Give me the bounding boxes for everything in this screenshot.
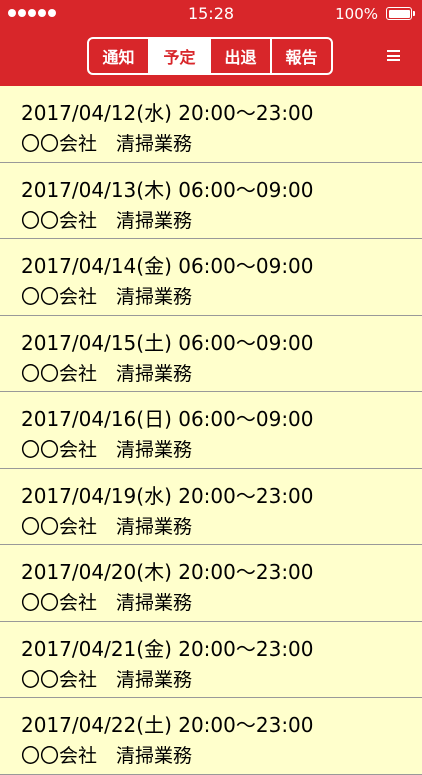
schedule-description: 〇〇会社 清掃業務	[21, 286, 193, 308]
schedule-item[interactable]: 2017/04/20(木) 20:00〜23:00 〇〇会社 清掃業務	[0, 545, 422, 622]
battery-percent: 100%	[335, 5, 378, 23]
schedule-datetime: 2017/04/19(水) 20:00〜23:00	[21, 483, 314, 508]
schedule-description: 〇〇会社 清掃業務	[21, 515, 193, 538]
app-header: 15:28 100% 通知 予定 出退 報告	[0, 0, 422, 86]
hamburger-menu-icon[interactable]	[387, 50, 400, 61]
battery-icon	[386, 7, 415, 20]
schedule-datetime: 2017/04/12(水) 20:00〜23:00	[21, 101, 314, 125]
schedule-description: 〇〇会社 清掃業務	[21, 592, 193, 614]
schedule-item[interactable]: 2017/04/16(日) 06:00〜09:00 〇〇会社 清掃業務	[0, 392, 422, 469]
schedule-item[interactable]: 2017/04/19(水) 20:00〜23:00 〇〇会社 清掃業務	[0, 469, 422, 545]
schedule-item[interactable]: 2017/04/22(土) 20:00〜23:00 〇〇会社 清掃業務	[0, 698, 422, 775]
schedule-description: 〇〇会社 清掃業務	[21, 362, 193, 385]
tab-attendance[interactable]: 出退	[209, 39, 270, 73]
schedule-item[interactable]: 2017/04/15(土) 06:00〜09:00 〇〇会社 清掃業務	[0, 316, 422, 392]
schedule-item[interactable]: 2017/04/13(木) 06:00〜09:00 〇〇会社 清掃業務	[0, 163, 422, 239]
schedule-datetime: 2017/04/13(木) 06:00〜09:00	[21, 177, 314, 202]
tab-bar: 通知 予定 出退 報告	[87, 37, 333, 75]
schedule-datetime: 2017/04/20(木) 20:00〜23:00	[21, 560, 314, 584]
schedule-description: 〇〇会社 清掃業務	[21, 439, 193, 461]
schedule-datetime: 2017/04/21(金) 20:00〜23:00	[21, 636, 314, 661]
schedule-description: 〇〇会社 清掃業務	[21, 209, 193, 232]
schedule-datetime: 2017/04/15(土) 06:00〜09:00	[21, 330, 314, 355]
tab-schedule[interactable]: 予定	[148, 39, 209, 73]
schedule-datetime: 2017/04/14(金) 06:00〜09:00	[21, 254, 314, 278]
schedule-item[interactable]: 2017/04/14(金) 06:00〜09:00 〇〇会社 清掃業務	[0, 239, 422, 316]
schedule-description: 〇〇会社 清掃業務	[21, 745, 193, 767]
status-bar: 15:28 100%	[0, 0, 422, 28]
tab-notifications[interactable]: 通知	[89, 39, 148, 73]
schedule-list: 2017/04/12(水) 20:00〜23:00 〇〇会社 清掃業務 2017/0…	[0, 86, 422, 775]
schedule-description: 〇〇会社 清掃業務	[21, 133, 193, 155]
tab-report[interactable]: 報告	[270, 39, 331, 73]
schedule-item[interactable]: 2017/04/21(金) 20:00〜23:00 〇〇会社 清掃業務	[0, 622, 422, 698]
schedule-item[interactable]: 2017/04/12(水) 20:00〜23:00 〇〇会社 清掃業務	[0, 86, 422, 163]
schedule-datetime: 2017/04/22(土) 20:00〜23:00	[21, 713, 314, 737]
schedule-datetime: 2017/04/16(日) 06:00〜09:00	[21, 407, 314, 431]
schedule-description: 〇〇会社 清掃業務	[21, 668, 193, 691]
